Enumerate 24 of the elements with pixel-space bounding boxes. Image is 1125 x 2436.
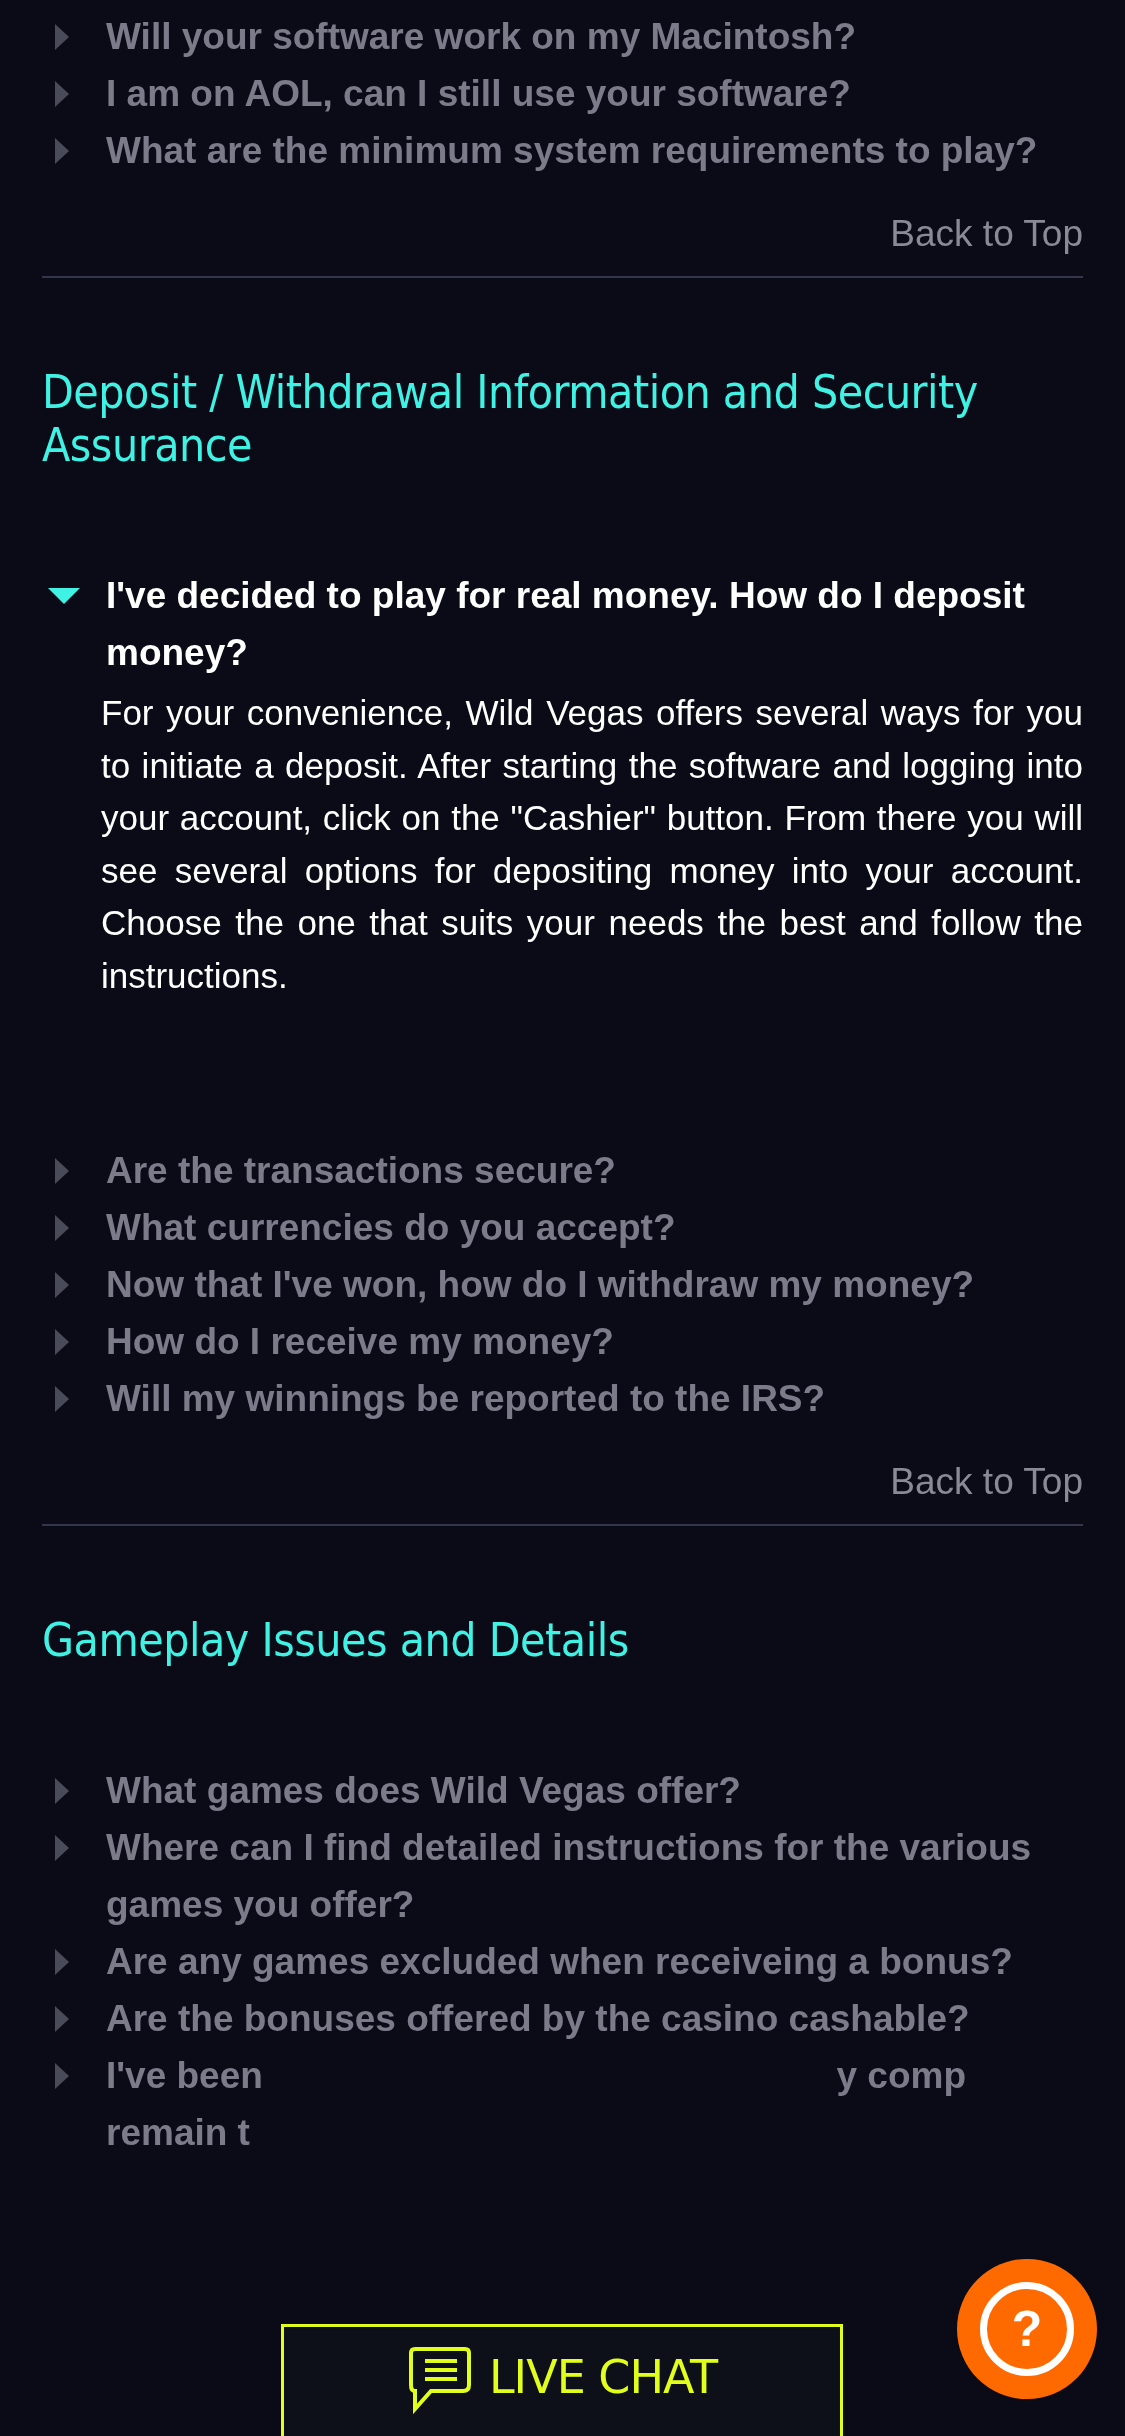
faq-question[interactable]: I've decided to play for real money. How do I deposit money?	[106, 567, 1083, 681]
faq-question[interactable]: Are any games excluded when receiveing a bonus?	[106, 1933, 1013, 1990]
help-button[interactable]: ?	[957, 2259, 1097, 2399]
live-chat-button[interactable]: LIVE CHAT	[281, 2324, 843, 2436]
faq-question[interactable]: Are the transactions secure?	[106, 1142, 616, 1199]
faq-question[interactable]: How do I receive my money?	[106, 1313, 614, 1370]
faq-question[interactable]: Where can I find detailed instructions for the various games you offer?	[106, 1819, 1083, 1933]
faq-question[interactable]: Will my winnings be reported to the IRS?	[106, 1370, 826, 1427]
faq-question[interactable]: What currencies do you accept?	[106, 1199, 676, 1256]
chat-bubble-icon	[406, 2345, 471, 2415]
back-to-top-link[interactable]: Back to Top	[890, 205, 1083, 262]
faq-question[interactable]: What games does Wild Vegas offer?	[106, 1762, 741, 1819]
faq-question[interactable]: What are the minimum system requirements to play?	[106, 122, 1038, 179]
section-title: Gameplay Issues and Details	[42, 1614, 630, 1667]
faq-question[interactable]: I am on AOL, can I still use your software?	[106, 65, 851, 122]
faq-question[interactable]: y comp	[836, 2047, 966, 2104]
faq-question[interactable]: I've been	[106, 2047, 263, 2104]
back-to-top-link[interactable]: Back to Top	[890, 1453, 1083, 1510]
faq-answer: For your convenience, Wild Vegas offers several ways for you to initiate a deposit. After starting the software and logging into your account, click on the "Cashier" button. From there you will see several options for depositing money into your account. Choose the one that suits your needs the best and follow the instructions.	[101, 692, 1083, 997]
section-title: Deposit / Withdrawal Information and Security Assurance	[42, 366, 979, 472]
faq-question[interactable]: Will your software work on my Macintosh?	[106, 8, 857, 65]
faq-question[interactable]: Now that I've won, how do I withdraw my money?	[106, 1256, 975, 1313]
faq-question[interactable]: Are the bonuses offered by the casino cashable?	[106, 1990, 970, 2047]
faq-question[interactable]: remain t	[106, 2104, 250, 2161]
